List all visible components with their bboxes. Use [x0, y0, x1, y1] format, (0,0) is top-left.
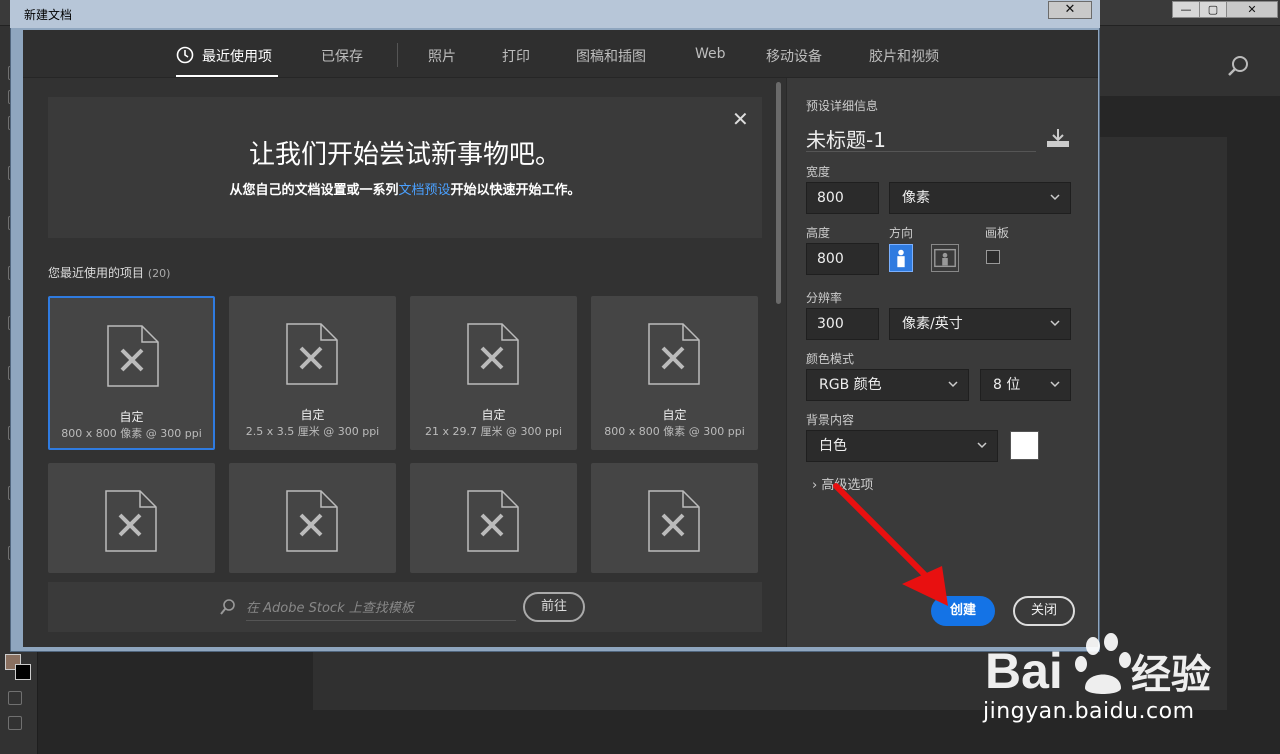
- preset-card[interactable]: [48, 463, 215, 573]
- preset-size: 800 x 800 像素 @ 300 ppi: [61, 427, 202, 440]
- search-icon: [220, 599, 235, 615]
- bit-depth-value: 8 位: [993, 377, 1021, 393]
- background-color-swatch[interactable]: [15, 664, 31, 680]
- resolution-label: 分辨率: [806, 291, 843, 305]
- resolution-unit-select[interactable]: 像素/英寸: [889, 308, 1071, 340]
- preset-card[interactable]: [410, 463, 577, 573]
- preset-name: 自定: [481, 408, 506, 422]
- recent-count: (20): [147, 267, 171, 280]
- chevron-down-icon: [1050, 194, 1060, 201]
- tab-print[interactable]: 打印: [502, 46, 530, 66]
- app-close-button[interactable]: ✕: [1226, 1, 1278, 18]
- presets-scrollbar[interactable]: [776, 82, 781, 304]
- welcome-subtitle: 从您自己的文档设置或一系列文档预设开始以快速开始工作。: [48, 179, 762, 198]
- quick-mask-icon[interactable]: [8, 691, 22, 705]
- background-contents-value: 白色: [819, 438, 847, 454]
- document-icon: [648, 323, 700, 385]
- preset-card[interactable]: 自定 21 x 29.7 厘米 @ 300 ppi: [410, 296, 577, 450]
- document-icon: [105, 490, 157, 552]
- chevron-right-icon: ›: [812, 478, 818, 493]
- background-color-swatch[interactable]: [1010, 431, 1039, 460]
- landscape-orientation-icon[interactable]: [931, 244, 959, 272]
- document-icon: [467, 490, 519, 552]
- height-input[interactable]: 800: [806, 243, 879, 275]
- preset-size: 2.5 x 3.5 厘米 @ 300 ppi: [245, 425, 380, 438]
- preset-card[interactable]: 自定 2.5 x 3.5 厘米 @ 300 ppi: [229, 296, 396, 450]
- color-mode-select[interactable]: RGB 颜色: [806, 369, 969, 401]
- chevron-down-icon: [1050, 320, 1060, 327]
- tab-divider: [397, 43, 398, 67]
- color-mode-value: RGB 颜色: [819, 377, 882, 393]
- screen-mode-icon[interactable]: [8, 716, 22, 730]
- minimize-button[interactable]: —: [1172, 1, 1200, 18]
- orientation-label: 方向: [889, 226, 914, 240]
- document-icon: [286, 323, 338, 385]
- preset-details-heading: 预设详细信息: [806, 99, 879, 113]
- preset-name: 自定: [662, 408, 687, 422]
- tab-web[interactable]: Web: [695, 46, 726, 62]
- preset-name: 自定: [119, 410, 144, 424]
- chevron-down-icon: [977, 442, 987, 449]
- artboard-checkbox[interactable]: [986, 250, 1000, 264]
- background-contents-label: 背景内容: [806, 413, 855, 427]
- preset-card[interactable]: 自定 800 x 800 像素 @ 300 ppi: [48, 296, 215, 450]
- resolution-input[interactable]: 300: [806, 308, 879, 340]
- app-window-controls: — ▢ ✕: [1172, 0, 1280, 20]
- watermark-url: jingyan.baidu.com: [983, 699, 1195, 724]
- svg-text:经验: 经验: [1131, 652, 1211, 698]
- background-contents-select[interactable]: 白色: [806, 430, 998, 462]
- save-preset-icon[interactable]: [1046, 128, 1070, 148]
- stock-search-input[interactable]: 在 Adobe Stock 上查找模板: [246, 597, 516, 621]
- color-mode-label: 颜色模式: [806, 352, 855, 366]
- welcome-close-icon[interactable]: ✕: [732, 107, 749, 131]
- dialog-title: 新建文档: [24, 8, 73, 22]
- width-label: 宽度: [806, 165, 831, 179]
- close-button[interactable]: 关闭: [1013, 596, 1075, 626]
- red-arrow-annotation: [833, 483, 948, 606]
- clock-icon: [176, 46, 194, 64]
- width-unit-value: 像素: [902, 190, 930, 206]
- tab-film-video[interactable]: 胶片和视频: [869, 46, 939, 66]
- chevron-down-icon: [948, 381, 958, 388]
- tab-art-illustration[interactable]: 图稿和插图: [576, 46, 646, 66]
- baidu-watermark: Bai 经验: [985, 633, 1211, 699]
- preset-card[interactable]: [229, 463, 396, 573]
- preset-name: 自定: [300, 408, 325, 422]
- preset-size: 800 x 800 像素 @ 300 ppi: [604, 425, 745, 438]
- preset-card[interactable]: 自定 800 x 800 像素 @ 300 ppi: [591, 296, 758, 450]
- welcome-title: 让我们开始尝试新事物吧。: [248, 140, 561, 170]
- resolution-unit-value: 像素/英寸: [902, 316, 963, 332]
- search-icon[interactable]: [1226, 54, 1250, 78]
- portrait-orientation-icon[interactable]: [889, 244, 913, 272]
- welcome-sub-after: 开始以快速开始工作。: [450, 183, 581, 198]
- artboard-label: 画板: [985, 226, 1010, 240]
- svg-text:Bai: Bai: [985, 643, 1063, 699]
- go-button[interactable]: 前往: [523, 592, 585, 622]
- recent-heading: 您最近使用的项目 (20): [48, 264, 170, 281]
- width-unit-select[interactable]: 像素: [889, 182, 1071, 214]
- width-input[interactable]: 800: [806, 182, 879, 214]
- welcome-sub-before: 从您自己的文档设置或一系列: [229, 183, 399, 198]
- dialog-titlebar: [10, 0, 1100, 28]
- recent-heading-label: 您最近使用的项目: [48, 266, 145, 280]
- document-icon: [467, 323, 519, 385]
- maximize-button[interactable]: ▢: [1199, 1, 1227, 18]
- active-tab-indicator: [176, 75, 278, 77]
- preset-card[interactable]: [591, 463, 758, 573]
- bit-depth-select[interactable]: 8 位: [980, 369, 1071, 401]
- tab-photo[interactable]: 照片: [428, 46, 456, 66]
- tab-saved[interactable]: 已保存: [321, 46, 363, 66]
- preset-size: 21 x 29.7 厘米 @ 300 ppi: [425, 425, 562, 438]
- chevron-down-icon: [1050, 381, 1060, 388]
- document-name-field[interactable]: 未标题-1: [806, 124, 1036, 152]
- document-icon: [107, 325, 159, 387]
- document-icon: [648, 490, 700, 552]
- document-presets-link[interactable]: 文档预设: [398, 183, 450, 198]
- tab-mobile[interactable]: 移动设备: [766, 46, 822, 66]
- height-label: 高度: [806, 226, 831, 240]
- dialog-close-button[interactable]: ✕: [1048, 1, 1092, 19]
- document-icon: [286, 490, 338, 552]
- tab-recent[interactable]: 最近使用项: [202, 46, 272, 66]
